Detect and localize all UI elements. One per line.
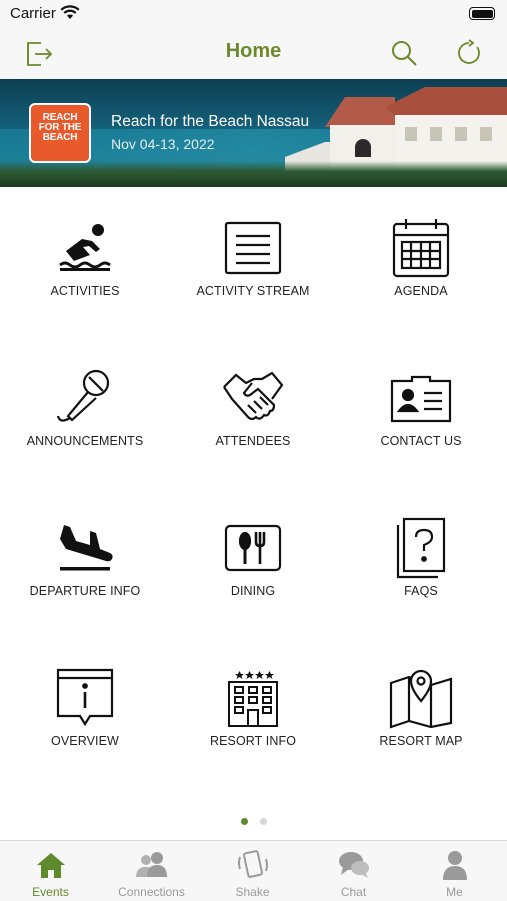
page-dot-1[interactable] bbox=[240, 818, 248, 825]
tab-me[interactable]: Me bbox=[404, 841, 505, 901]
tab-label: Shake bbox=[235, 885, 270, 899]
dining-icon bbox=[221, 518, 285, 578]
grid-item-departure-info[interactable]: DEPARTURE INFO bbox=[0, 518, 170, 628]
tab-label: Me bbox=[446, 885, 463, 899]
question-papers-icon bbox=[389, 517, 453, 579]
grid-item-overview[interactable]: OVERVIEW bbox=[0, 668, 170, 778]
grid-item-label: RESORT MAP bbox=[379, 734, 463, 748]
grid-item-label: OVERVIEW bbox=[51, 734, 119, 748]
grid-item-label: ANNOUNCEMENTS bbox=[26, 434, 144, 448]
navigation-bar: Home bbox=[0, 28, 507, 79]
status-bar: Carrier bbox=[0, 0, 507, 28]
grid-item-label: ACTIVITY STREAM bbox=[196, 284, 310, 298]
plane-landing-icon bbox=[53, 518, 117, 578]
grid-item-contact-us[interactable]: CONTACT US bbox=[336, 368, 506, 478]
list-lines-icon bbox=[221, 218, 285, 278]
microphone-icon bbox=[53, 368, 117, 428]
grid-item-label: ATTENDEES bbox=[215, 434, 291, 448]
page-title: Home bbox=[225, 40, 282, 62]
event-logo: REACH FOR THE BEACH bbox=[29, 103, 91, 163]
battery-icon bbox=[469, 7, 495, 20]
grid-item-label: FAQS bbox=[404, 584, 438, 598]
tab-events[interactable]: Events bbox=[0, 841, 101, 901]
wifi-icon bbox=[60, 4, 80, 25]
tab-label: Connections bbox=[118, 885, 185, 899]
event-date: Nov 04-13, 2022 bbox=[111, 136, 215, 152]
map-pin-icon bbox=[389, 668, 453, 729]
grid-item-label: RESORT INFO bbox=[209, 734, 297, 748]
grid-item-label: AGENDA bbox=[394, 284, 448, 298]
tab-label: Events bbox=[32, 885, 69, 899]
carrier-label: Carrier bbox=[10, 5, 56, 22]
calendar-icon bbox=[389, 218, 453, 278]
grid-item-label: CONTACT US bbox=[380, 434, 462, 448]
people-icon bbox=[135, 849, 169, 881]
tab-connections[interactable]: Connections bbox=[101, 841, 202, 901]
refresh-icon[interactable] bbox=[452, 36, 486, 70]
grid-item-agenda[interactable]: AGENDA bbox=[336, 218, 506, 328]
grid-item-faqs[interactable]: FAQS bbox=[336, 517, 506, 628]
page-indicator[interactable] bbox=[0, 818, 507, 825]
grid-item-label: DEPARTURE INFO bbox=[29, 584, 141, 598]
search-icon[interactable] bbox=[387, 36, 421, 70]
swimmer-icon bbox=[53, 218, 117, 278]
phone-shake-icon bbox=[236, 849, 270, 881]
grid-item-resort-map[interactable]: RESORT MAP bbox=[336, 668, 506, 778]
info-sign-icon bbox=[53, 668, 117, 728]
tab-shake[interactable]: Shake bbox=[202, 841, 303, 901]
event-banner[interactable]: REACH FOR THE BEACH bbox=[0, 79, 507, 187]
hotel-icon bbox=[221, 668, 285, 728]
home-icon bbox=[34, 849, 68, 881]
grid-item-resort-info[interactable]: RESORT INFO bbox=[168, 668, 338, 778]
tab-chat[interactable]: Chat bbox=[303, 841, 404, 901]
page-dot-2[interactable] bbox=[259, 818, 267, 825]
grid-item-dining[interactable]: DINING bbox=[168, 518, 338, 628]
chat-bubbles-icon bbox=[337, 849, 371, 881]
tab-label: Chat bbox=[340, 885, 367, 899]
grid-item-activity-stream[interactable]: ACTIVITY STREAM bbox=[168, 218, 338, 328]
handshake-icon bbox=[221, 368, 285, 428]
grid-item-label: ACTIVITIES bbox=[50, 284, 120, 298]
event-title: Reach for the Beach Nassau bbox=[111, 113, 310, 130]
contact-card-icon bbox=[389, 368, 453, 428]
grid-item-attendees[interactable]: ATTENDEES bbox=[168, 368, 338, 478]
grid-item-announcements[interactable]: ANNOUNCEMENTS bbox=[0, 368, 170, 478]
grid-item-label: DINING bbox=[230, 584, 276, 598]
tab-bar: Events Connections Shake Chat Me bbox=[0, 840, 507, 901]
grid-item-activities[interactable]: ACTIVITIES bbox=[0, 218, 170, 328]
person-icon bbox=[438, 849, 472, 881]
